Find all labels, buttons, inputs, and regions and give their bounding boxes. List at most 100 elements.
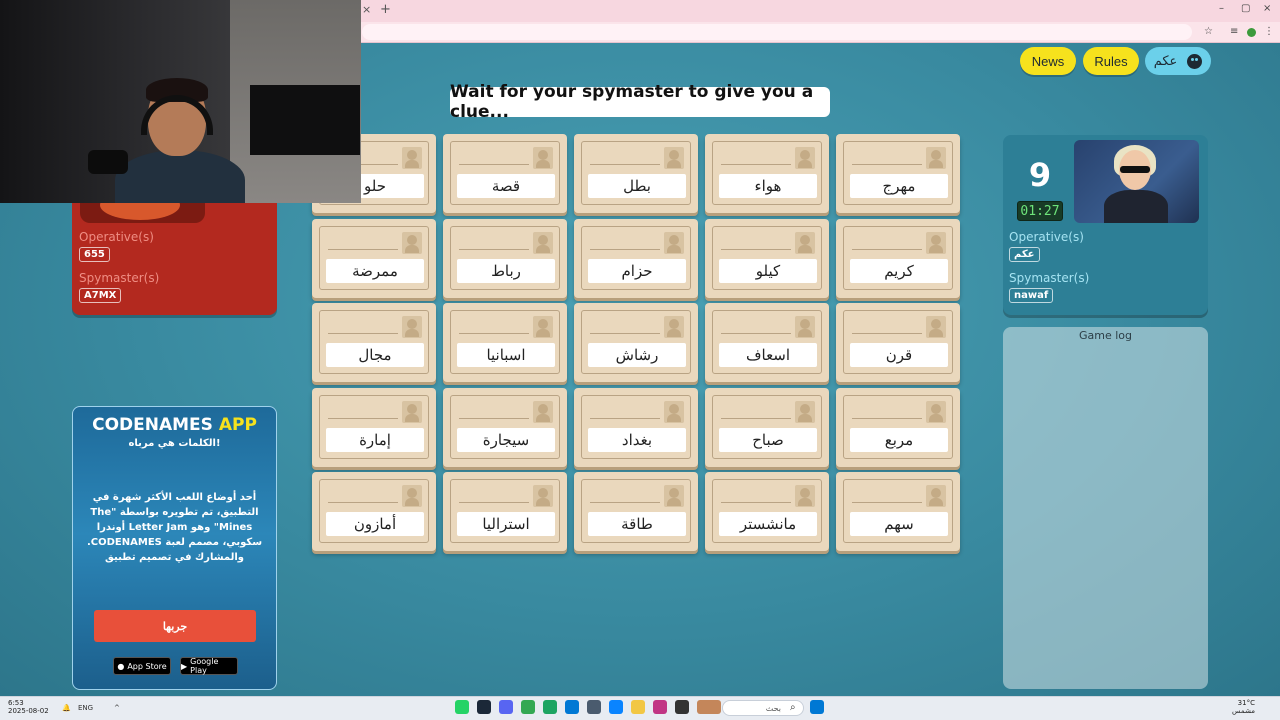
word-card[interactable]: مربع [836, 388, 960, 467]
agent-silhouette-icon [664, 401, 684, 423]
word-card[interactable]: مانشستر [705, 472, 829, 551]
word-card[interactable]: صباح [705, 388, 829, 467]
word-card[interactable]: مهرج [836, 134, 960, 213]
card-word: قصة [457, 174, 555, 198]
card-frame: حزام [581, 226, 691, 290]
close-window-icon[interactable]: × [1263, 3, 1271, 14]
star-icon[interactable]: ☆ [1204, 26, 1213, 37]
maximize-icon[interactable]: ▢ [1241, 3, 1250, 14]
word-card[interactable]: اسعاف [705, 303, 829, 382]
notification-icon[interactable]: 🔔 [62, 704, 71, 712]
card-word: بطل [588, 174, 686, 198]
blue-spymasters-label: Spymaster(s) [1009, 271, 1090, 285]
app-store-label: App Store [127, 661, 167, 671]
explorer-icon[interactable] [631, 700, 645, 714]
agent-silhouette-icon [926, 232, 946, 254]
news-button[interactable]: News [1020, 47, 1076, 75]
card-word: كيلو [719, 259, 817, 283]
card-line [328, 333, 398, 334]
weather-desc: مشمس [1232, 707, 1255, 715]
card-frame: اسبانيا [450, 310, 560, 374]
smiley-icon [1187, 53, 1203, 69]
language-indicator[interactable]: ENG [78, 704, 93, 712]
card-line [721, 164, 791, 165]
word-card[interactable]: إمارة [312, 388, 436, 467]
extension-icon[interactable]: ≡ [1230, 26, 1238, 37]
agent-silhouette-icon [533, 232, 553, 254]
chrome-icon[interactable] [521, 700, 535, 714]
word-card[interactable]: كريم [836, 219, 960, 298]
tray-chevron-icon[interactable]: ^ [114, 704, 120, 712]
card-line [328, 418, 398, 419]
new-tab-button[interactable]: + [380, 2, 391, 17]
word-card[interactable]: كيلو [705, 219, 829, 298]
word-card[interactable]: بغداد [574, 388, 698, 467]
profile-icon[interactable] [1247, 28, 1256, 37]
card-frame: مجال [319, 310, 429, 374]
blue-operatives-label: Operative(s) [1009, 230, 1084, 244]
agent-silhouette-icon [795, 147, 815, 169]
outlook-icon[interactable] [565, 700, 579, 714]
card-line [721, 418, 791, 419]
card-frame: سهم [843, 479, 953, 543]
word-card[interactable]: هواء [705, 134, 829, 213]
url-field[interactable] [362, 24, 1192, 40]
card-frame: كريم [843, 226, 953, 290]
word-card[interactable]: بطل [574, 134, 698, 213]
app-icon[interactable] [543, 700, 557, 714]
word-card[interactable]: قرن [836, 303, 960, 382]
word-card[interactable]: استراليا [443, 472, 567, 551]
word-card[interactable]: سهم [836, 472, 960, 551]
red-team-portrait [80, 200, 205, 223]
agent-silhouette-icon [402, 401, 422, 423]
edge-icon[interactable] [609, 700, 623, 714]
app-store-button[interactable]: ● App Store [113, 657, 171, 675]
card-word: طاقة [588, 512, 686, 536]
card-frame: قصة [450, 141, 560, 205]
agent-silhouette-icon [795, 401, 815, 423]
card-word: اسعاف [719, 343, 817, 367]
word-card[interactable]: اسبانيا [443, 303, 567, 382]
agent-silhouette-icon [795, 316, 815, 338]
word-card[interactable]: طاقة [574, 472, 698, 551]
microphone-icon [88, 150, 128, 174]
word-card[interactable]: قصة [443, 134, 567, 213]
steam-icon[interactable] [477, 700, 491, 714]
card-word: مربع [850, 428, 948, 452]
ad-title-main: CODENAMES [92, 415, 213, 435]
game-log-title: Game log [1078, 329, 1132, 342]
card-frame: استراليا [450, 479, 560, 543]
terminal-icon[interactable] [675, 700, 689, 714]
weather-temp: 31°C [1237, 699, 1255, 707]
word-card[interactable]: ممرضة [312, 219, 436, 298]
card-line [590, 418, 660, 419]
rules-button[interactable]: Rules [1083, 47, 1139, 75]
word-card[interactable]: رشاش [574, 303, 698, 382]
card-frame: اسعاف [712, 310, 822, 374]
word-card[interactable]: سيجارة [443, 388, 567, 467]
menu-icon[interactable]: ⋮ [1264, 26, 1274, 37]
discord-icon[interactable] [499, 700, 513, 714]
word-card[interactable]: مجال [312, 303, 436, 382]
ad-try-button[interactable]: جربها [94, 610, 256, 642]
photos-icon[interactable] [653, 700, 667, 714]
widget-icon[interactable] [697, 700, 721, 714]
agent-silhouette-icon [664, 485, 684, 507]
card-line [459, 249, 529, 250]
card-frame: طاقة [581, 479, 691, 543]
minimize-icon[interactable]: – [1219, 3, 1224, 14]
google-play-button[interactable]: ▶ Google Play [180, 657, 238, 675]
word-card[interactable]: حزام [574, 219, 698, 298]
agent-silhouette-icon [795, 485, 815, 507]
word-card[interactable]: رباط [443, 219, 567, 298]
user-menu-button[interactable]: عكم [1145, 47, 1211, 75]
start-icon[interactable] [810, 700, 824, 714]
word-card[interactable]: أمازون [312, 472, 436, 551]
card-frame: سيجارة [450, 395, 560, 459]
whatsapp-icon[interactable] [455, 700, 469, 714]
tab-close-icon[interactable]: × [362, 3, 371, 16]
taskbar-weather: 31°C مشمس [1232, 699, 1255, 715]
card-frame: كيلو [712, 226, 822, 290]
calculator-icon[interactable] [587, 700, 601, 714]
card-frame: ممرضة [319, 226, 429, 290]
